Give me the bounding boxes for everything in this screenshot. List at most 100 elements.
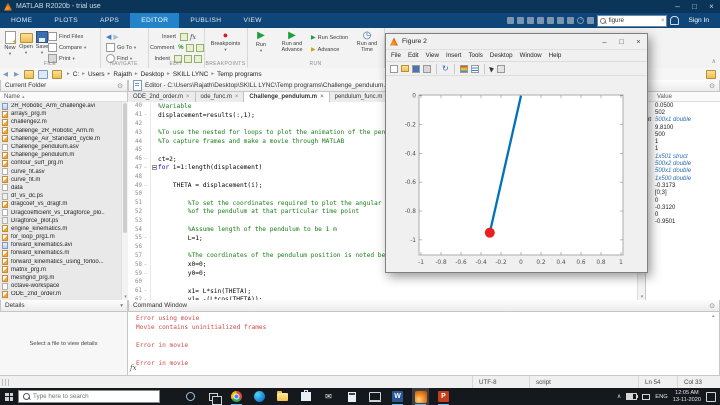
- taskbar-search-input[interactable]: [33, 393, 155, 400]
- workspace-row[interactable]: 500x1 double: [646, 168, 720, 175]
- forward-arrow-icon[interactable]: ▶: [113, 33, 118, 41]
- ribbon-tab[interactable]: EDITOR: [130, 13, 180, 28]
- goto-button[interactable]: Go To ▾: [106, 43, 146, 52]
- panel-options-icon[interactable]: ⊙: [709, 302, 715, 310]
- folder-forward-icon[interactable]: ▶: [11, 70, 22, 78]
- insert-button[interactable]: Insert fx: [150, 32, 202, 41]
- file-row[interactable]: dragcoef_vs_dragf.m: [0, 200, 128, 208]
- print-figure-icon[interactable]: [423, 64, 431, 73]
- qat-undo-icon[interactable]: [547, 17, 555, 24]
- search-in-folder-icon[interactable]: [706, 69, 716, 79]
- file-row[interactable]: for_loop_prg1.m: [0, 233, 128, 241]
- workspace-row[interactable]: 500: [646, 131, 720, 138]
- documentation-search-box[interactable]: figure ×: [597, 14, 668, 27]
- tray-expand-icon[interactable]: ∧: [617, 393, 621, 400]
- run-and-time-button[interactable]: ◷ Run and Time: [353, 31, 381, 54]
- battery-icon[interactable]: [626, 393, 639, 400]
- file-row[interactable]: challenge2.m: [0, 118, 128, 126]
- new-button[interactable]: New ▾: [2, 31, 18, 56]
- qat-save-icon[interactable]: [507, 17, 515, 24]
- workspace-row[interactable]: -0.3120: [646, 204, 720, 211]
- fold-icon[interactable]: [152, 165, 157, 171]
- editor-tab[interactable]: ode_func.m: [195, 92, 245, 102]
- minimize-button[interactable]: –: [669, 0, 686, 13]
- insert-colorbar-icon[interactable]: [459, 64, 468, 73]
- figure-menu-item[interactable]: Desktop: [490, 52, 513, 59]
- command-window-output[interactable]: Error using movie Movie contains uniniti…: [128, 312, 720, 375]
- store-button[interactable]: [297, 388, 314, 405]
- browse-folder-icon[interactable]: [38, 69, 48, 79]
- edit-plot-pointer-icon[interactable]: [488, 64, 495, 73]
- breadcrumb-segment[interactable]: SKILL LYNC: [173, 71, 209, 78]
- workspace-row[interactable]: 1x500 double: [646, 175, 720, 182]
- workspace-row[interactable]: [0;3]: [646, 190, 720, 197]
- taskbar-clock[interactable]: 12:05 AM 13-11-2020: [673, 390, 701, 403]
- editor-tab[interactable]: ODE_2nd_order.m: [128, 92, 196, 102]
- file-row[interactable]: Challenge_Air_Standard_cycle.m: [0, 135, 128, 143]
- tab-close-icon[interactable]: [320, 94, 324, 100]
- file-list-name-header[interactable]: Name ▴: [0, 92, 128, 102]
- figure-menu-item[interactable]: File: [391, 52, 401, 59]
- file-row[interactable]: 2R_Robotic_Arm_challenge.avi: [0, 102, 128, 110]
- qat-help-icon[interactable]: ?: [577, 17, 585, 24]
- figure-close-button[interactable]: ×: [630, 37, 647, 46]
- run-and-advance-button[interactable]: ▶ Run and Advance: [275, 31, 309, 54]
- tab-close-icon[interactable]: [186, 94, 190, 100]
- insert-fx-icon[interactable]: fx: [190, 33, 196, 41]
- figure-menu-item[interactable]: Tools: [468, 52, 482, 59]
- figure-menu-item[interactable]: View: [426, 52, 439, 59]
- qat-redo-icon[interactable]: [557, 17, 565, 24]
- your-phone-button[interactable]: [366, 388, 383, 405]
- comment-block-icon[interactable]: [185, 43, 194, 52]
- folder-up-icon[interactable]: [24, 69, 34, 79]
- action-center-icon[interactable]: [706, 391, 716, 402]
- file-row[interactable]: forward_kinematics.avi: [0, 241, 128, 249]
- figure-window[interactable]: Figure 2 – □ × File Edit View Insert Too…: [385, 33, 648, 273]
- figure-titlebar[interactable]: Figure 2 – □ ×: [386, 34, 647, 50]
- file-row[interactable]: forward_kinematics.m: [0, 249, 128, 257]
- edge-button[interactable]: [251, 388, 268, 405]
- breadcrumb-segment[interactable]: Rajath: [113, 71, 131, 78]
- matlab-taskbar-button[interactable]: [412, 388, 429, 405]
- file-list-scrollbar[interactable]: ▾: [121, 102, 128, 300]
- file-row[interactable]: Challenge_pendulum.m: [0, 151, 128, 159]
- workspace-row[interactable]: 9.8100: [646, 124, 720, 131]
- sign-in-link[interactable]: Sign In: [682, 17, 715, 24]
- workspace-row[interactable]: 1: [646, 138, 720, 145]
- open-file-icon[interactable]: [401, 65, 409, 72]
- workspace-row[interactable]: 502: [646, 109, 720, 116]
- file-row[interactable]: meshgrid_prg.m: [0, 274, 128, 282]
- collapse-ribbon-icon[interactable]: ∧: [712, 58, 716, 65]
- word-button[interactable]: W: [389, 388, 406, 405]
- code-line[interactable]: 61 - x1= L*sin(THETA);: [128, 286, 644, 296]
- ribbon-tab[interactable]: HOME: [0, 13, 43, 28]
- scroll-up-icon[interactable]: ▴: [712, 313, 715, 319]
- details-collapse-icon[interactable]: ▾: [120, 303, 123, 309]
- find-files-button[interactable]: Find Files: [48, 32, 98, 41]
- new-figure-icon[interactable]: [390, 64, 398, 73]
- taskbar-search-box[interactable]: [18, 390, 160, 403]
- figure-menu-item[interactable]: Edit: [408, 52, 419, 59]
- run-section-button[interactable]: ▶ Run Section: [311, 35, 348, 41]
- workspace-value-header[interactable]: Value: [645, 92, 720, 102]
- maximize-button[interactable]: □: [686, 0, 703, 13]
- mail-button[interactable]: ✉: [320, 388, 337, 405]
- ribbon-tab[interactable]: APPS: [89, 13, 130, 28]
- advance-button[interactable]: ▶ Advance: [311, 47, 339, 53]
- qat-cut-icon[interactable]: [517, 17, 525, 24]
- figure-menu-item[interactable]: Help: [549, 52, 562, 59]
- figure-maximize-button[interactable]: □: [613, 37, 630, 46]
- ribbon-tab[interactable]: PLOTS: [43, 13, 89, 28]
- file-row[interactable]: arrays_prg.m: [0, 110, 128, 118]
- save-figure-icon[interactable]: [412, 64, 420, 73]
- file-row[interactable]: Dragforce_plot.ps: [0, 217, 128, 225]
- pendulum-plot[interactable]: -1 -0.8 -0.6 -0.4 -0.2 0 0.2 0.4 0.6 0.8 1 0 -0.2 -0.…: [386, 76, 647, 273]
- open-button[interactable]: Open ▾: [18, 31, 34, 55]
- insert-legend-icon[interactable]: [470, 64, 479, 73]
- language-indicator[interactable]: ENG: [655, 394, 668, 400]
- scrollbar-thumb[interactable]: [123, 103, 127, 233]
- figure-menu-item[interactable]: Window: [520, 52, 542, 59]
- uncomment-icon[interactable]: [195, 43, 204, 52]
- rotate-3d-icon[interactable]: ↻: [442, 64, 449, 73]
- details-header[interactable]: Details ▾: [0, 300, 128, 312]
